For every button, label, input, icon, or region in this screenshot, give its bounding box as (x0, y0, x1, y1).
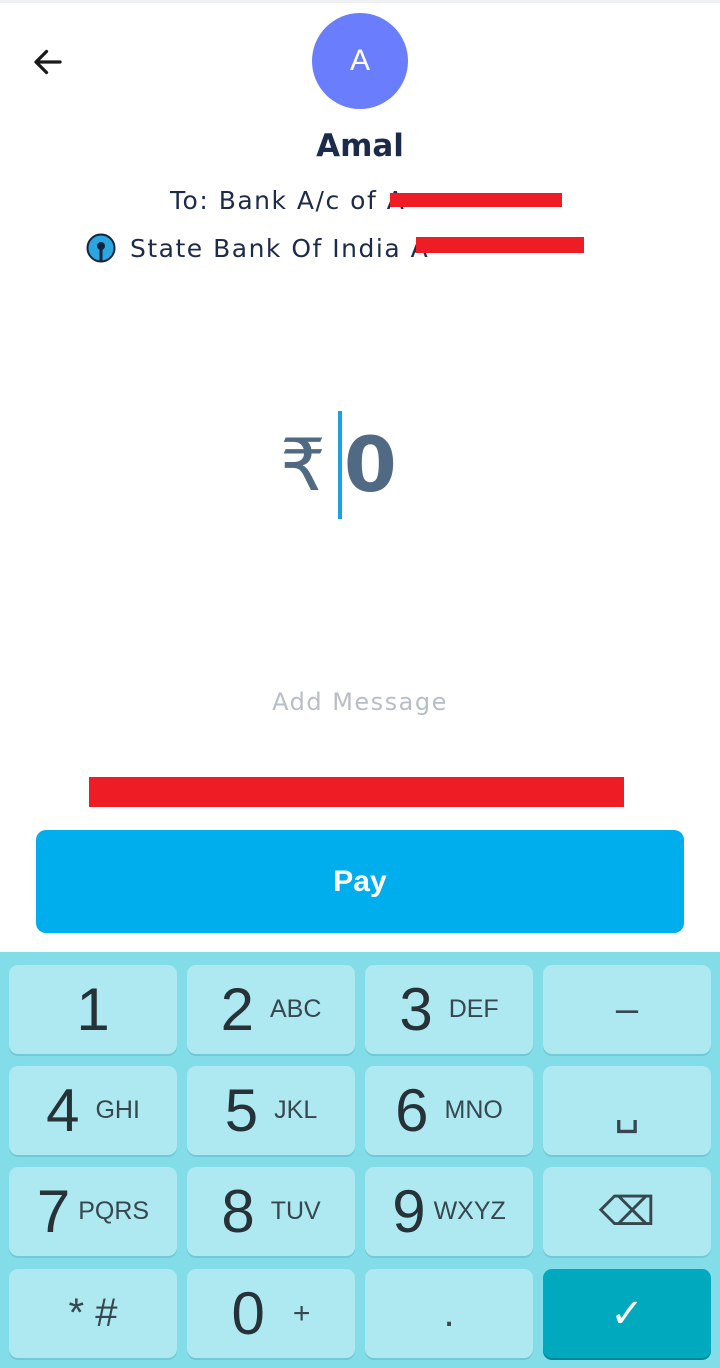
key-digit: 0 (231, 1279, 265, 1347)
redaction-bar (89, 777, 624, 807)
avatar: A (312, 13, 408, 109)
payee-name: Amal (316, 128, 404, 164)
bank-name: State Bank Of India A (130, 233, 430, 263)
back-button[interactable] (24, 38, 72, 86)
key-letters: PQRS (78, 1197, 150, 1225)
pay-button[interactable]: Pay (36, 830, 684, 933)
arrow-left-icon (34, 49, 62, 75)
pay-button-label: Pay (333, 864, 387, 898)
status-divider (0, 0, 720, 3)
key-digit: 4 (46, 1076, 80, 1144)
key-8[interactable]: 8 TUV (187, 1167, 355, 1256)
check-icon: ✓ (610, 1291, 644, 1336)
key-6[interactable]: 6 MNO (365, 1066, 533, 1155)
key-letters: ABC (269, 995, 322, 1023)
key-backspace[interactable]: ⌫ (543, 1167, 711, 1256)
key-symbols: * # (68, 1291, 118, 1335)
key-letters: MNO (444, 1096, 503, 1124)
key-digit: 6 (395, 1076, 429, 1144)
key-letters: TUV (270, 1197, 321, 1225)
key-5[interactable]: 5 JKL (187, 1066, 355, 1155)
key-letters: GHI (95, 1096, 140, 1124)
key-letters: + (292, 1296, 311, 1330)
key-letters: DEF (448, 995, 499, 1023)
redaction-bar (390, 193, 562, 207)
key-letters: JKL (274, 1096, 318, 1124)
key-digit: 2 (220, 975, 254, 1043)
key-7[interactable]: 7 PQRS (9, 1167, 177, 1256)
key-0[interactable]: 0 + (187, 1269, 355, 1358)
key-3[interactable]: 3 DEF (365, 965, 533, 1054)
key-digit: 7 (36, 1177, 71, 1245)
key-9[interactable]: 9 WXYZ (365, 1167, 533, 1256)
key-space[interactable]: ␣ (543, 1066, 711, 1155)
payee-account-text: To: Bank A/c of A (170, 185, 406, 215)
numeric-keypad: 1 2 ABC 3 DEF – 4 GHI 5 JKL 6 MNO ␣ 7 PQ… (0, 952, 720, 1368)
dot-icon: . (443, 1291, 455, 1335)
amount-field[interactable]: ₹ 0 (280, 410, 397, 520)
key-minus[interactable]: – (543, 965, 711, 1054)
key-4[interactable]: 4 GHI (9, 1066, 177, 1155)
key-1[interactable]: 1 (9, 965, 177, 1054)
amount-value: 0 (343, 420, 397, 509)
minus-icon: – (615, 987, 639, 1031)
key-digit: 9 (392, 1177, 426, 1245)
key-digit: 3 (399, 975, 433, 1043)
key-decimal[interactable]: . (365, 1269, 533, 1358)
key-digit: 5 (224, 1076, 259, 1144)
payee-account-line: To: Bank A/c of A (170, 183, 405, 217)
key-letters: WXYZ (433, 1197, 506, 1225)
bank-line: State Bank Of India A (86, 230, 429, 266)
rupee-icon: ₹ (280, 423, 326, 507)
avatar-letter: A (349, 44, 370, 77)
sbi-logo-icon (86, 233, 116, 263)
backspace-icon: ⌫ (598, 1189, 656, 1234)
redaction-bar (416, 237, 584, 253)
key-done[interactable]: ✓ (543, 1269, 711, 1358)
key-star-hash[interactable]: * # (9, 1269, 177, 1358)
text-caret (337, 411, 342, 519)
space-icon: ␣ (614, 1088, 640, 1133)
add-message-input[interactable] (180, 688, 540, 716)
key-2[interactable]: 2 ABC (187, 965, 355, 1054)
key-digit: 1 (76, 975, 110, 1043)
key-digit: 8 (221, 1177, 255, 1245)
